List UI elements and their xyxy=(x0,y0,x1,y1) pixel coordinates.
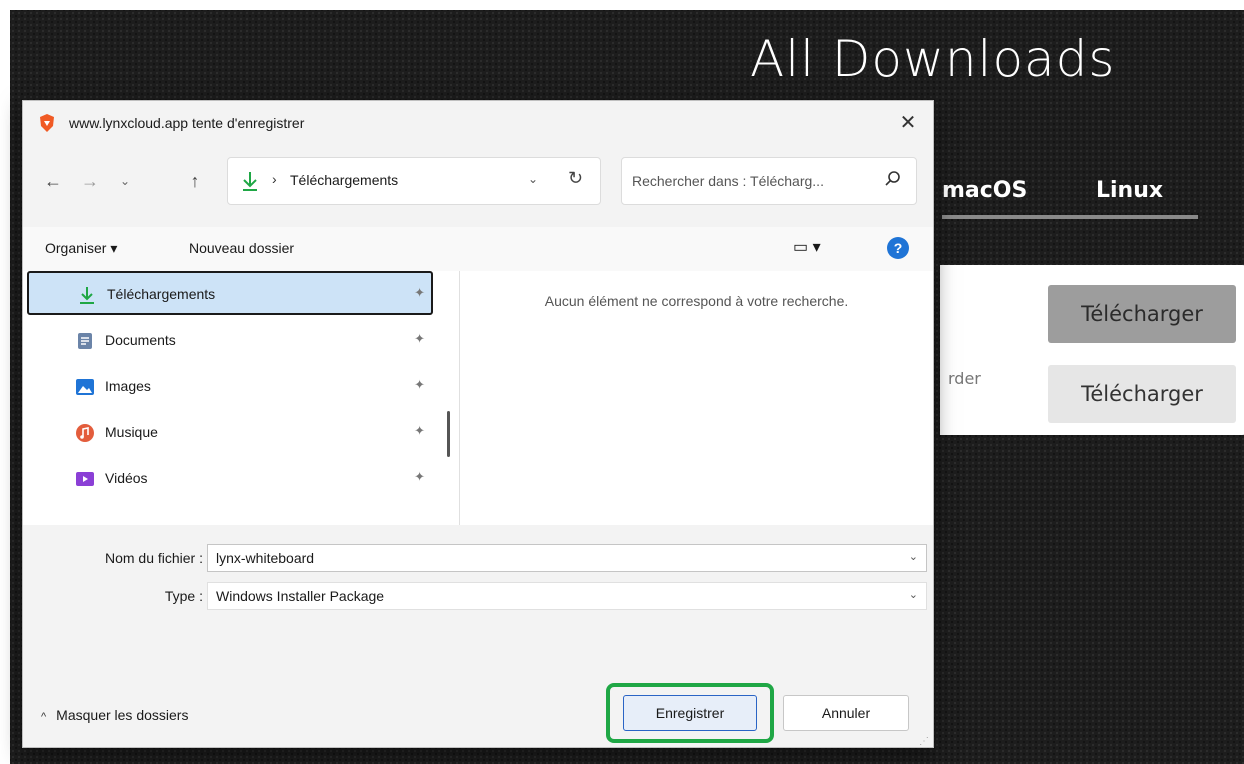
brave-browser-icon xyxy=(40,114,54,132)
document-icon xyxy=(78,333,92,349)
download-icon xyxy=(80,287,94,304)
sidebar-item-downloads[interactable]: Téléchargements ✦ xyxy=(27,271,433,315)
address-bar[interactable]: › Téléchargements ⌄ ↻ xyxy=(227,157,601,205)
hide-folders-label: Masquer les dossiers xyxy=(56,707,189,723)
search-input[interactable]: Rechercher dans : Télécharg... xyxy=(621,157,917,205)
sidebar-item-images[interactable]: Images ✦ xyxy=(27,365,433,409)
chevron-down-icon[interactable]: ⌄ xyxy=(909,588,918,601)
filename-label: Nom du fichier : xyxy=(104,550,203,566)
chevron-up-icon: ^ xyxy=(41,711,47,723)
image-icon xyxy=(76,379,94,395)
empty-message: Aucun élément ne correspond à votre rech… xyxy=(544,293,849,309)
dialog-titlebar: www.lynxcloud.app tente d'enregistrer ✕ xyxy=(23,101,933,145)
tab-underline xyxy=(942,215,1198,219)
back-arrow-icon[interactable]: ← xyxy=(41,169,65,193)
help-icon[interactable]: ? xyxy=(887,237,909,259)
pin-icon[interactable]: ✦ xyxy=(414,377,425,393)
forward-arrow-icon[interactable]: → xyxy=(78,169,102,193)
address-separator: › xyxy=(272,171,277,187)
command-bar: Organiser ▾ Nouveau dossier ▭ ▾ ? xyxy=(23,227,933,271)
filename-field[interactable]: lynx-whiteboard ⌄ xyxy=(207,544,927,572)
video-icon xyxy=(76,472,94,486)
tab-linux[interactable]: Linux xyxy=(1096,178,1163,203)
file-type-select[interactable]: Windows Installer Package ⌄ xyxy=(207,582,927,610)
close-icon[interactable]: ✕ xyxy=(893,109,923,137)
sidebar-item-music[interactable]: Musique ✦ xyxy=(27,411,433,455)
page-title: All Downloads xyxy=(750,30,1116,88)
filename-value: lynx-whiteboard xyxy=(216,550,315,566)
save-button[interactable]: Enregistrer xyxy=(623,695,757,731)
scrollbar[interactable] xyxy=(447,411,450,457)
resize-grip-icon[interactable]: ⋰ xyxy=(919,736,929,747)
card-row-text: rder xyxy=(948,369,981,388)
navigation-pane: Téléchargements ✦ Documents ✦ Images ✦ M… xyxy=(23,271,459,525)
sidebar-item-documents[interactable]: Documents ✦ xyxy=(27,319,433,363)
organize-menu[interactable]: Organiser ▾ xyxy=(45,240,117,257)
search-placeholder: Rechercher dans : Télécharg... xyxy=(632,173,824,189)
file-list-pane: Aucun élément ne correspond à votre rech… xyxy=(459,271,933,525)
file-type-value: Windows Installer Package xyxy=(216,588,385,604)
chevron-down-icon[interactable]: ⌄ xyxy=(909,550,918,563)
dialog-footer: ^ Masquer les dossiers Enregistrer Annule… xyxy=(23,673,933,749)
download-card: Télécharger rder Télécharger xyxy=(940,265,1244,435)
search-icon[interactable] xyxy=(884,170,902,188)
address-location[interactable]: Téléchargements xyxy=(290,172,398,188)
refresh-icon[interactable]: ↻ xyxy=(568,168,583,189)
recent-locations-icon[interactable]: ⌄ xyxy=(113,169,137,193)
cancel-button[interactable]: Annuler xyxy=(783,695,909,731)
download-button-1[interactable]: Télécharger xyxy=(1048,285,1236,343)
sidebar-item-label: Vidéos xyxy=(105,470,148,486)
type-label: Type : xyxy=(164,588,203,604)
new-folder-button[interactable]: Nouveau dossier xyxy=(189,240,294,256)
hide-folders-toggle[interactable]: ^ Masquer les dossiers xyxy=(41,707,188,723)
sidebar-item-label: Images xyxy=(105,378,151,394)
download-icon xyxy=(243,172,257,191)
pin-icon[interactable]: ✦ xyxy=(414,285,425,301)
download-button-2[interactable]: Télécharger xyxy=(1048,365,1236,423)
pin-icon[interactable]: ✦ xyxy=(414,331,425,347)
chevron-down-icon[interactable]: ⌄ xyxy=(528,172,538,186)
up-arrow-icon[interactable]: ↑ xyxy=(183,169,207,193)
sidebar-item-label: Téléchargements xyxy=(107,286,216,302)
tab-macos[interactable]: macOS xyxy=(942,178,1027,203)
sidebar-item-videos[interactable]: Vidéos ✦ xyxy=(27,457,433,501)
pin-icon[interactable]: ✦ xyxy=(414,423,425,439)
sidebar-item-label: Documents xyxy=(105,332,176,348)
dialog-title: www.lynxcloud.app tente d'enregistrer xyxy=(69,115,305,131)
save-dialog: www.lynxcloud.app tente d'enregistrer ✕ … xyxy=(22,100,934,748)
music-icon xyxy=(76,424,94,442)
sidebar-item-label: Musique xyxy=(105,424,158,440)
view-options-icon[interactable]: ▭ ▾ xyxy=(793,237,833,259)
pin-icon[interactable]: ✦ xyxy=(414,469,425,485)
